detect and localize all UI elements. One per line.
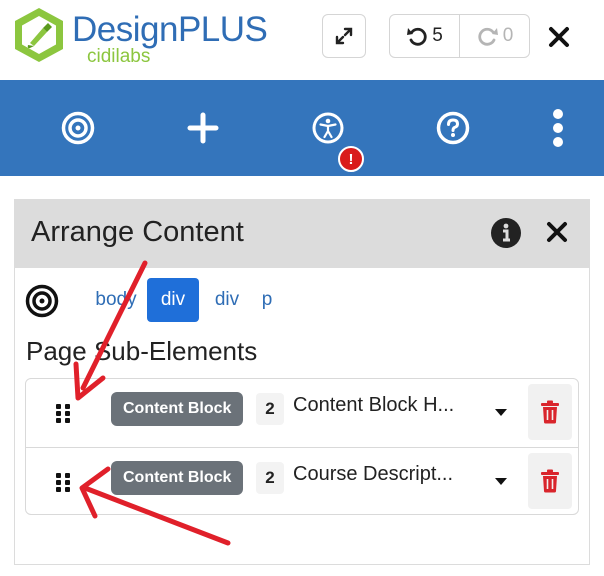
delete-button[interactable]	[528, 453, 572, 509]
panel-header: Arrange Content	[15, 200, 589, 268]
accessibility-alert-badge: !	[338, 146, 364, 172]
info-icon	[491, 218, 521, 248]
history-group: 5 0	[389, 14, 530, 58]
toolbar-accessibility-button[interactable]	[306, 106, 350, 150]
main-toolbar	[0, 80, 604, 176]
undo-count: 5	[432, 25, 443, 46]
help-icon	[436, 111, 470, 145]
content-block-badge: Content Block	[111, 392, 244, 426]
toolbar-target-button[interactable]	[56, 106, 100, 150]
breadcrumb-div[interactable]: div	[207, 278, 247, 322]
accessibility-icon	[312, 112, 344, 144]
plus-icon	[187, 112, 219, 144]
redo-button[interactable]: 0	[460, 15, 530, 57]
delete-button[interactable]	[528, 384, 572, 440]
expand-button[interactable]	[322, 14, 366, 58]
row-label[interactable]: Course Descript...	[293, 463, 453, 486]
redo-count: 0	[502, 25, 514, 46]
more-vertical-icon	[553, 109, 563, 147]
close-icon	[549, 27, 569, 47]
undo-icon	[407, 27, 427, 46]
content-block-badge: Content Block	[111, 461, 244, 495]
panel-close-button[interactable]	[542, 217, 572, 247]
trash-icon	[541, 400, 559, 424]
breadcrumb-p[interactable]: p	[255, 278, 279, 322]
list-item: Content Block 2 Course Descript...	[26, 447, 578, 515]
child-count: 2	[256, 462, 284, 494]
logo-title: DesignPLUS	[72, 10, 268, 49]
drag-handle-icon[interactable]	[54, 402, 72, 424]
chevron-down-icon[interactable]	[494, 476, 508, 486]
toolbar-help-button[interactable]	[431, 106, 475, 150]
sub-elements-heading: Page Sub-Elements	[26, 336, 258, 366]
designplus-logo-icon	[15, 8, 63, 62]
toolbar-add-button[interactable]	[181, 106, 225, 150]
logo-subtitle: cidilabs	[87, 46, 151, 67]
expand-icon	[335, 27, 353, 45]
undo-button[interactable]: 5	[390, 15, 460, 57]
breadcrumb-body[interactable]: body	[89, 278, 143, 322]
info-button[interactable]	[490, 217, 522, 249]
redo-icon	[478, 27, 498, 46]
arrange-content-panel: Arrange Content body div div p Page Sub-…	[14, 199, 590, 565]
toolbar-more-button[interactable]	[536, 106, 580, 150]
panel-title: Arrange Content	[31, 216, 244, 248]
close-icon	[547, 222, 567, 242]
target-icon[interactable]	[25, 284, 59, 318]
sub-elements-list: Content Block 2 Content Block H... Conte…	[25, 378, 579, 515]
list-item: Content Block 2 Content Block H...	[26, 379, 578, 447]
drag-handle-icon[interactable]	[54, 471, 72, 493]
chevron-down-icon[interactable]	[494, 407, 508, 417]
target-icon	[61, 111, 95, 145]
app-header: DesignPLUS cidilabs 5 0	[0, 0, 604, 80]
row-label[interactable]: Content Block H...	[293, 394, 454, 417]
designplus-logo: DesignPLUS cidilabs	[10, 6, 280, 72]
close-editor-button[interactable]	[542, 20, 576, 54]
breadcrumb-div-active[interactable]: div	[147, 278, 199, 322]
trash-icon	[541, 469, 559, 493]
element-breadcrumb: body div div p	[25, 278, 445, 324]
child-count: 2	[256, 393, 284, 425]
